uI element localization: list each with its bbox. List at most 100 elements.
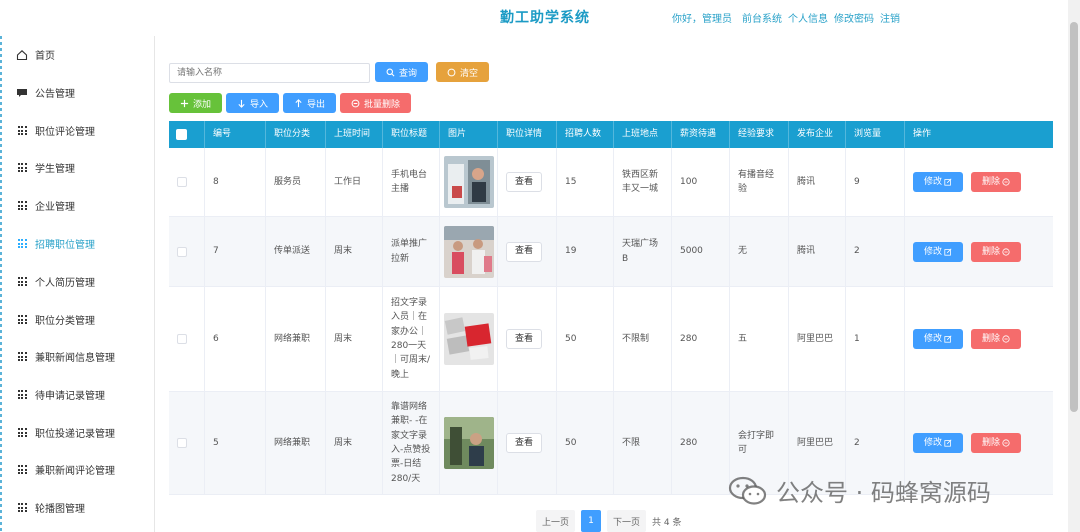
edit-button[interactable]: 修改 [913, 433, 963, 453]
minus-circle-icon [1002, 178, 1010, 186]
category-cell: 服务员 [266, 148, 326, 216]
grid-icon [17, 352, 27, 361]
location-cell: 铁西区新丰又一城 [622, 169, 659, 194]
clear-icon [447, 68, 456, 76]
sidebar-item-pending-applications[interactable]: 待申请记录管理 [16, 387, 105, 402]
greeting-text: 你好，管理员 [672, 14, 732, 25]
total-count: 共 4 条 [652, 517, 682, 528]
work-time-cell: 工作日 [326, 148, 383, 216]
minus-circle-icon [1002, 335, 1010, 343]
title-cell: 招文字录入员｜在家办公｜280一天｜可周末/晚上 [391, 297, 431, 380]
grid-icon [17, 126, 27, 135]
title-cell: 派单推广拉新 [391, 239, 428, 264]
id-cell: 8 [205, 148, 266, 216]
top-header: 勤工助学系统 你好，管理员 前台系统 个人信息 修改密码 注销 [0, 0, 1080, 36]
row-checkbox[interactable] [177, 177, 187, 187]
export-label: 导出 [306, 99, 325, 110]
sidebar-item-resumes[interactable]: 个人简历管理 [16, 274, 95, 289]
sidebar-item-label: 兼职新闻信息管理 [35, 353, 115, 364]
search-icon [386, 68, 395, 76]
column-header: 上班地点 [614, 121, 672, 148]
count-cell: 15 [557, 148, 614, 216]
current-page-button[interactable]: 1 [581, 510, 602, 532]
column-header: 职位分类 [266, 121, 326, 148]
sidebar-item-parttime-news[interactable]: 兼职新闻信息管理 [16, 349, 115, 364]
delete-button[interactable]: 删除 [971, 329, 1021, 349]
views-cell: 1 [846, 287, 905, 391]
view-details-button[interactable]: 查看 [506, 329, 542, 349]
add-label: 添加 [192, 99, 211, 110]
sidebar-item-announcements[interactable]: 公告管理 [16, 85, 75, 100]
view-details-button[interactable]: 查看 [506, 172, 542, 192]
sidebar-item-label: 公告管理 [35, 89, 75, 100]
location-cell: 不限制 [622, 333, 650, 344]
edit-button[interactable]: 修改 [913, 172, 963, 192]
sidebar-item-label: 招聘职位管理 [35, 240, 95, 251]
sidebar-item-students[interactable]: 学生管理 [16, 160, 75, 175]
sidebar-item-carousel[interactable]: 轮播图管理 [16, 500, 85, 515]
bulk-delete-button[interactable]: 批量删除 [340, 93, 411, 113]
sidebar-item-delivery-records[interactable]: 职位投递记录管理 [16, 425, 115, 440]
delete-label: 删除 [981, 176, 1000, 187]
sidebar-item-companies[interactable]: 企业管理 [16, 198, 75, 213]
clear-button[interactable]: 清空 [436, 62, 489, 82]
select-all-checkbox[interactable] [176, 129, 187, 140]
salary-cell: 5000 [672, 217, 730, 286]
grid-icon [17, 163, 27, 172]
app-title: 勤工助学系统 [500, 10, 590, 26]
frontend-system-link[interactable]: 前台系统 [742, 10, 782, 25]
title-cell: 靠谱网络兼职- -在家文字录入-点赞投票-日结280/天 [391, 401, 431, 484]
column-header: 编号 [205, 121, 266, 148]
minus-circle-icon [351, 99, 360, 107]
add-button[interactable]: 添加 [169, 93, 222, 113]
export-button[interactable]: 导出 [283, 93, 336, 113]
home-icon [16, 49, 28, 61]
work-time-cell: 周末 [326, 287, 383, 391]
import-label: 导入 [249, 99, 268, 110]
sidebar-item-job-categories[interactable]: 职位分类管理 [16, 312, 95, 327]
scrollbar-thumb[interactable] [1070, 22, 1078, 412]
row-checkbox[interactable] [177, 334, 187, 344]
view-details-button[interactable]: 查看 [506, 241, 542, 262]
import-button[interactable]: 导入 [226, 93, 279, 113]
grid-icon [17, 428, 27, 437]
next-page-button[interactable]: 下一页 [607, 510, 647, 532]
edit-button[interactable]: 修改 [913, 329, 963, 349]
company-cell: 腾讯 [789, 148, 846, 216]
sidebar-item-label: 首页 [35, 51, 55, 62]
edit-label: 修改 [923, 176, 942, 187]
delete-button[interactable]: 删除 [971, 242, 1021, 262]
row-checkbox[interactable] [177, 438, 187, 448]
scrollbar[interactable] [1068, 0, 1080, 532]
sidebar-item-label: 待申请记录管理 [35, 391, 105, 402]
delete-button[interactable]: 删除 [971, 433, 1021, 453]
sidebar-item-job-comments[interactable]: 职位评论管理 [16, 123, 95, 138]
sidebar-item-label: 兼职新闻评论管理 [35, 466, 115, 477]
profile-link[interactable]: 个人信息 [788, 10, 828, 25]
company-cell: 腾讯 [789, 217, 846, 286]
column-header: 招聘人数 [557, 121, 614, 148]
sidebar-item-news-comments[interactable]: 兼职新闻评论管理 [16, 462, 115, 477]
grid-icon [17, 465, 27, 474]
row-checkbox[interactable] [177, 246, 187, 257]
change-password-link[interactable]: 修改密码 [834, 10, 874, 25]
prev-page-button[interactable]: 上一页 [536, 510, 576, 532]
view-details-button[interactable]: 查看 [506, 433, 542, 453]
sidebar-item-home[interactable]: 首页 [16, 47, 55, 62]
sidebar-item-label: 个人简历管理 [35, 278, 95, 289]
edit-button[interactable]: 修改 [913, 242, 963, 262]
job-image [444, 313, 494, 365]
query-button[interactable]: 查询 [375, 62, 428, 82]
comment-icon [16, 87, 28, 99]
delete-button[interactable]: 删除 [971, 172, 1021, 192]
count-cell: 50 [557, 287, 614, 391]
experience-cell: 会打字即可 [738, 430, 775, 455]
logout-link[interactable]: 注销 [880, 10, 900, 25]
job-image [444, 417, 494, 469]
search-input[interactable] [169, 63, 370, 83]
sidebar-item-label: 学生管理 [35, 164, 75, 175]
sidebar-item-label: 企业管理 [35, 202, 75, 213]
edit-icon [944, 178, 952, 186]
sidebar-item-job-postings[interactable]: 招聘职位管理 [16, 236, 95, 251]
sidebar-item-label: 职位评论管理 [35, 127, 95, 138]
